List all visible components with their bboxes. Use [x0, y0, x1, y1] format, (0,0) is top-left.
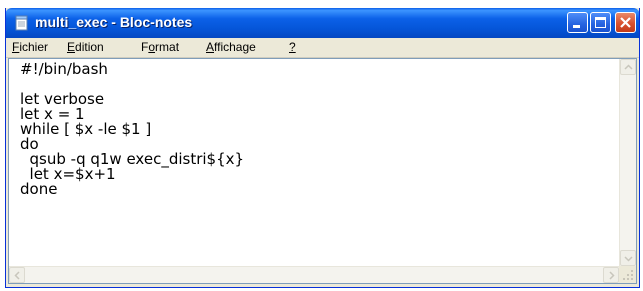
notepad-window: multi_exec - Bloc-notes Fichier Edition … — [5, 8, 640, 288]
title-bar[interactable]: multi_exec - Bloc-notes — [6, 8, 639, 38]
minimize-button[interactable] — [567, 12, 588, 33]
text-editor[interactable]: #!/bin/bash let verbose let x = 1 while … — [8, 58, 637, 284]
menu-format[interactable]: Format — [141, 40, 179, 54]
window-title: multi_exec - Bloc-notes — [35, 14, 193, 30]
text-line: done — [20, 180, 58, 198]
menu-edition[interactable]: Edition — [67, 40, 104, 54]
text-area[interactable]: #!/bin/bash let verbose let x = 1 while … — [9, 59, 619, 266]
close-button[interactable] — [615, 12, 636, 33]
vertical-scrollbar[interactable] — [619, 59, 636, 266]
minimize-icon — [573, 25, 580, 28]
scroll-right-button[interactable] — [603, 267, 619, 283]
scroll-down-button[interactable] — [620, 250, 636, 266]
horizontal-scrollbar[interactable] — [9, 266, 619, 283]
scroll-left-button[interactable] — [9, 267, 25, 283]
scroll-up-button[interactable] — [620, 59, 636, 75]
menu-help[interactable]: ? — [289, 40, 296, 54]
notepad-icon — [15, 15, 28, 31]
text-line: #!/bin/bash — [20, 60, 108, 78]
chevron-left-icon — [14, 271, 20, 280]
menu-affichage[interactable]: Affichage — [206, 40, 256, 54]
chevron-right-icon — [609, 271, 615, 280]
close-icon — [620, 17, 631, 28]
chevron-down-icon — [624, 256, 633, 262]
menu-fichier[interactable]: Fichier — [12, 40, 48, 54]
chevron-up-icon — [624, 64, 633, 70]
resize-grip[interactable] — [619, 266, 636, 283]
maximize-button[interactable] — [590, 12, 611, 33]
text-line: while [ $x -le $1 ] — [20, 120, 152, 138]
menu-bar: Fichier Edition Format Affichage ? — [6, 38, 639, 58]
maximize-icon — [595, 17, 606, 28]
resize-grip-icon — [623, 270, 633, 280]
